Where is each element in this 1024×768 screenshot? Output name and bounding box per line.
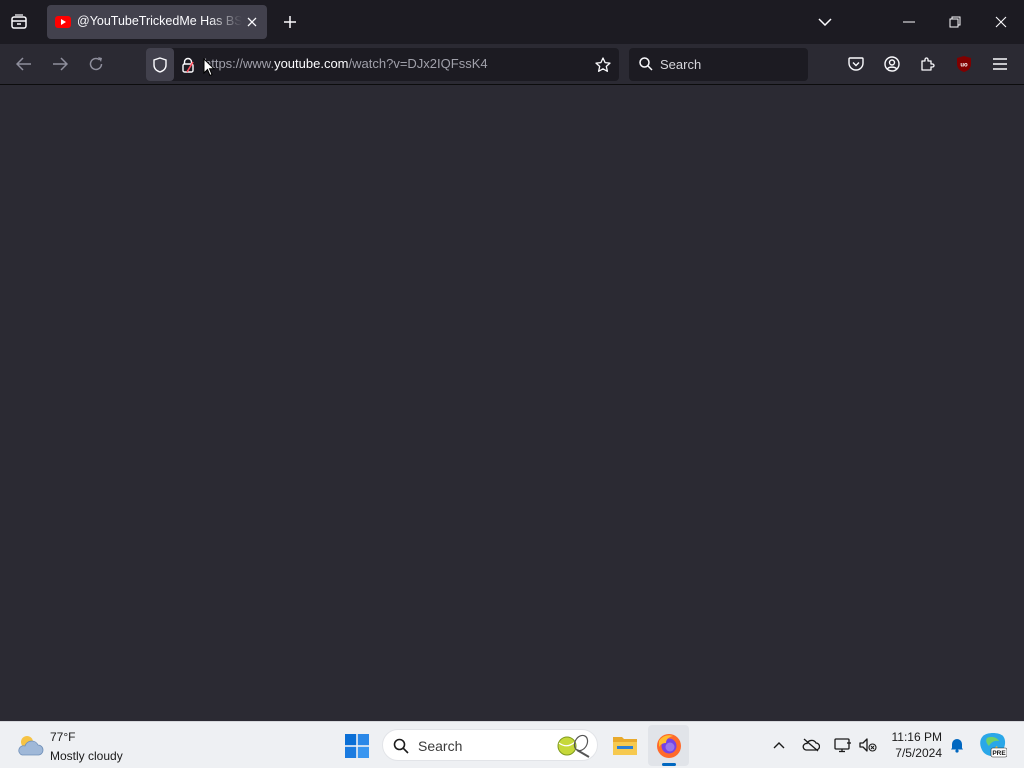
shield-icon <box>151 56 169 74</box>
onedrive-offline-icon[interactable] <box>801 735 821 755</box>
back-arrow-icon[interactable] <box>14 54 34 74</box>
forward-arrow-icon[interactable] <box>50 54 70 74</box>
show-hidden-icons-chevron-icon[interactable] <box>770 736 788 754</box>
tab-close-icon[interactable] <box>243 13 261 31</box>
file-explorer-icon[interactable] <box>611 732 639 758</box>
notification-bell-icon[interactable] <box>947 735 967 755</box>
new-tab-plus-icon[interactable] <box>280 12 300 32</box>
search-icon <box>638 56 654 72</box>
close-window-icon[interactable] <box>991 12 1011 32</box>
url-domain: youtube.com <box>274 56 349 71</box>
cloudy-weather-icon <box>16 732 44 758</box>
taskbar-clock[interactable]: 11:16 PM 7/5/2024 <box>886 728 946 764</box>
copilot-preview-icon[interactable]: PRE <box>978 731 1008 759</box>
reload-icon[interactable] <box>86 54 106 74</box>
tracking-protection-shield[interactable] <box>146 48 174 81</box>
tab-title: @YouTubeTrickedMe Has BSOD <box>77 14 242 28</box>
url-bar[interactable]: https://www.youtube.com/watch?v=DJx2IQFs… <box>146 48 619 81</box>
minimize-icon[interactable] <box>899 12 919 32</box>
mouse-cursor-icon <box>202 57 216 77</box>
search-highlight-tennis-icon <box>555 732 593 759</box>
page-content-area[interactable] <box>0 85 1024 721</box>
url-path: /watch?v=DJx2IQFssK4 <box>348 56 488 71</box>
list-all-tabs-chevron-icon[interactable] <box>815 12 835 32</box>
clock-time: 11:16 PM <box>891 730 942 744</box>
windows-taskbar: 77°F Mostly cloudy Search 11:16 PM 7/5/2… <box>0 721 1024 768</box>
search-bar[interactable]: Search <box>629 48 808 81</box>
url-text[interactable]: https://www.youtube.com/watch?v=DJx2IQFs… <box>204 56 488 71</box>
clock-date: 7/5/2024 <box>895 746 942 760</box>
weather-widget[interactable]: 77°F Mostly cloudy <box>12 726 137 764</box>
taskbar-search-icon <box>392 737 410 755</box>
weather-temperature: 77°F <box>50 730 76 744</box>
volume-muted-icon[interactable] <box>858 735 878 755</box>
tab-youtube[interactable]: @YouTubeTrickedMe Has BSOD <box>47 5 267 39</box>
taskbar-search-placeholder: Search <box>418 738 463 754</box>
network-display-icon[interactable] <box>833 735 853 755</box>
restore-icon[interactable] <box>945 12 965 32</box>
hamburger-menu-icon[interactable] <box>990 54 1010 74</box>
windows-start-icon[interactable] <box>343 732 370 759</box>
ublock-origin-icon[interactable]: uo <box>954 54 974 74</box>
firefox-view-icon[interactable] <box>8 11 30 33</box>
bookmark-star-icon[interactable] <box>593 55 613 75</box>
youtube-favicon-icon <box>55 15 71 29</box>
search-placeholder: Search <box>660 57 702 72</box>
ublock-badge-text: uo <box>960 63 968 69</box>
navigation-toolbar: https://www.youtube.com/watch?v=DJx2IQFs… <box>0 44 1024 85</box>
pocket-icon[interactable] <box>846 54 866 74</box>
extensions-puzzle-icon[interactable] <box>918 54 938 74</box>
copilot-badge-text: PRE <box>992 750 1006 757</box>
firefox-running-indicator <box>662 763 676 766</box>
account-icon[interactable] <box>882 54 902 74</box>
weather-condition: Mostly cloudy <box>50 749 123 763</box>
taskbar-search-box[interactable]: Search <box>382 729 598 761</box>
site-permissions-lock-icon[interactable] <box>179 56 197 74</box>
firefox-taskbar-icon[interactable] <box>655 732 683 760</box>
tab-bar: @YouTubeTrickedMe Has BSOD <box>0 0 1024 44</box>
